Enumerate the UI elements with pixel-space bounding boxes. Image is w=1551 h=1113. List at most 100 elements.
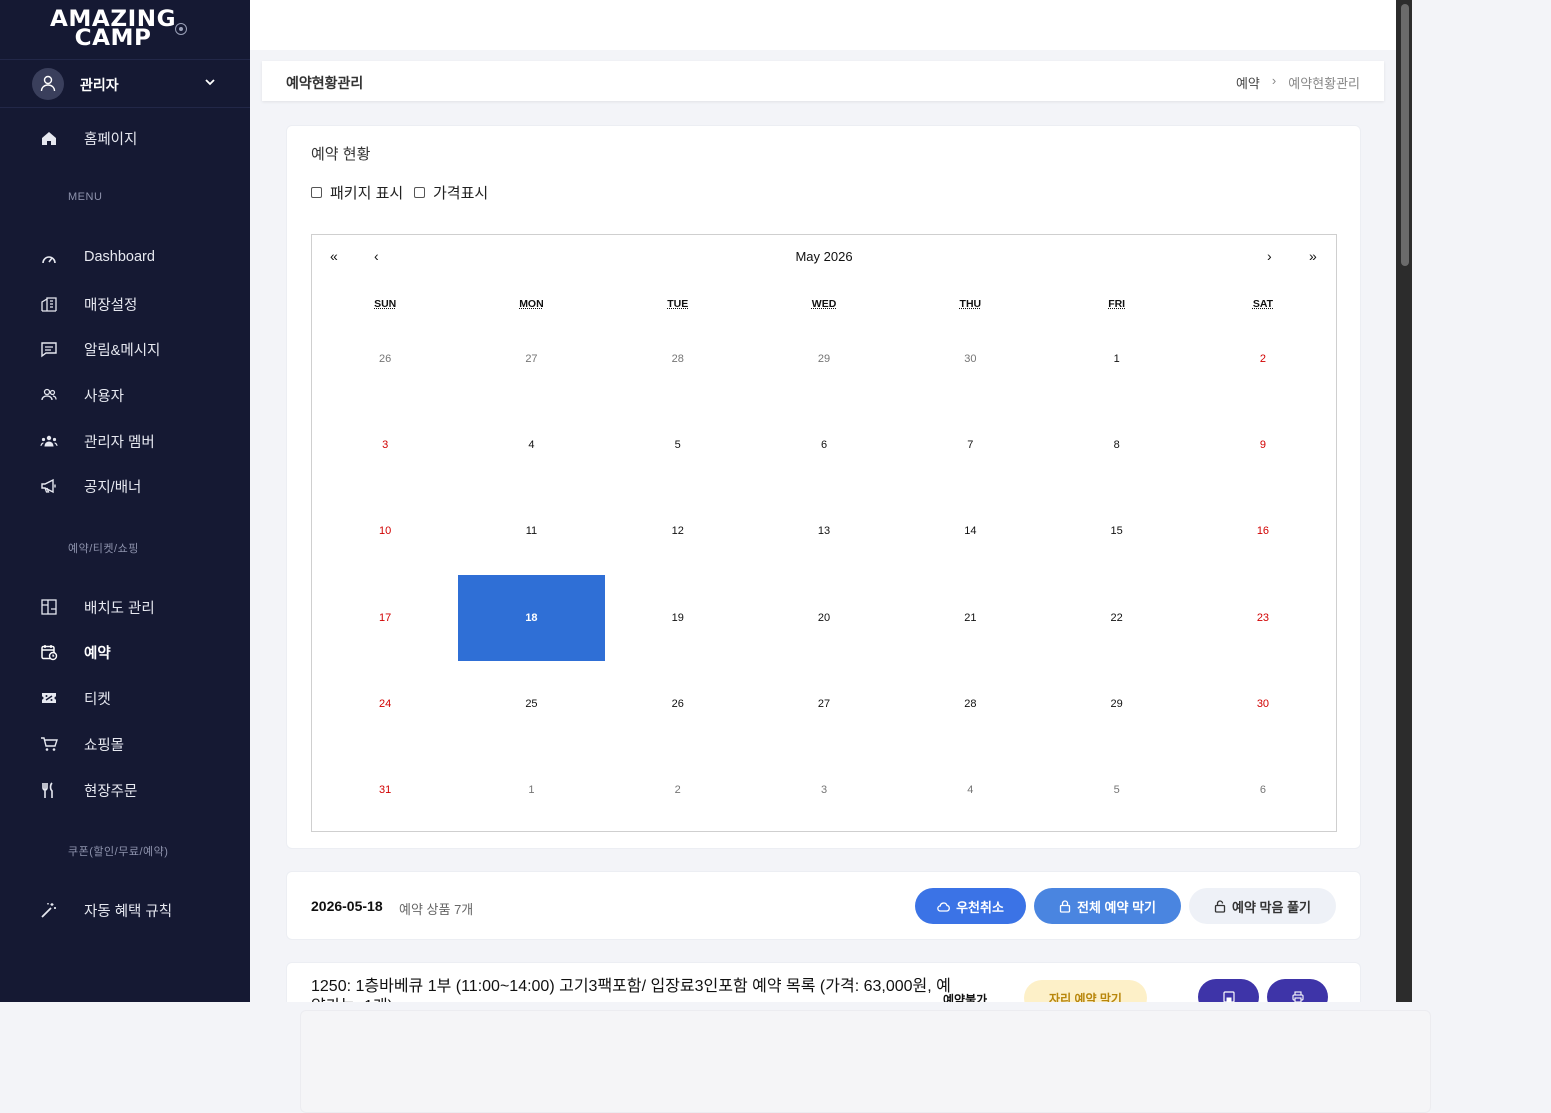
calendar-day[interactable]: 6 [1190, 747, 1336, 833]
calendar-day[interactable]: 4 [897, 747, 1043, 833]
calendar-day[interactable]: 29 [1044, 661, 1190, 747]
calendar-day[interactable]: 1 [458, 747, 604, 833]
calendar-day[interactable]: 9 [1190, 402, 1336, 488]
calendar-day[interactable]: 31 [312, 747, 458, 833]
divider [0, 107, 250, 108]
calendar-day[interactable]: 27 [458, 316, 604, 402]
weekday-header: MON [519, 298, 544, 310]
user-menu[interactable]: 관리자 [0, 60, 250, 107]
calendar-day[interactable]: 12 [605, 488, 751, 574]
page-header: 예약현황관리 예약 › 예약현황관리 [262, 61, 1384, 101]
calendar-day[interactable]: 17 [312, 575, 458, 661]
sidebar-item-label: 티켓 [84, 692, 111, 708]
chevron-right-icon: › [1271, 73, 1277, 88]
next-month-button[interactable]: › [1267, 248, 1272, 264]
calendar-day[interactable]: 25 [458, 661, 604, 747]
calendar-day[interactable]: 27 [751, 661, 897, 747]
user-name: 관리자 [80, 77, 119, 93]
calendar-day[interactable]: 20 [751, 575, 897, 661]
sidebar-item-users[interactable]: 사용자 [0, 374, 250, 414]
price-checkbox[interactable]: 가격표시 [414, 182, 488, 203]
calendar-day[interactable]: 23 [1190, 575, 1336, 661]
calendar-day[interactable]: 5 [1044, 747, 1190, 833]
utensils-icon [42, 782, 53, 798]
sidebar-item-ticket[interactable]: 티켓 [0, 677, 250, 717]
calendar-day[interactable]: 7 [897, 402, 1043, 488]
calendar-day[interactable]: 16 [1190, 488, 1336, 574]
calendar-day[interactable]: 2 [1190, 316, 1336, 402]
building-icon [41, 297, 57, 312]
lock-icon [1059, 899, 1071, 913]
calendar-day[interactable]: 13 [751, 488, 897, 574]
brand-logo[interactable]: AMAZING CAMP [50, 9, 176, 50]
unblock-button[interactable]: 예약 막음 풀기 [1189, 888, 1336, 924]
scrollbar-thumb[interactable] [1401, 4, 1409, 266]
sidebar-item-label: 관리자 멤버 [84, 435, 155, 451]
calendar-day[interactable]: 18 [458, 574, 605, 661]
cloud-icon [937, 901, 950, 912]
sidebar-item-label: 자동 혜택 규칙 [84, 904, 173, 920]
checkbox-label: 패키지 표시 [330, 185, 404, 202]
sidebar-item-home[interactable]: 홈페이지 [0, 117, 250, 157]
calendar-day[interactable]: 26 [312, 316, 458, 402]
calendar-day[interactable]: 22 [1044, 575, 1190, 661]
breadcrumb: 예약 › 예약현황관리 [1236, 73, 1360, 92]
calendar-day[interactable]: 24 [312, 661, 458, 747]
sidebar-toggle-icon[interactable] [175, 23, 187, 35]
cart-icon [41, 737, 58, 751]
sidebar-item-notice-banner[interactable]: 공지/배너 [0, 465, 250, 505]
calendar-day[interactable]: 28 [605, 316, 751, 402]
checkbox-box[interactable] [414, 187, 425, 198]
sidebar-item-layout[interactable]: 배치도 관리 [0, 586, 250, 626]
bottom-panel [0, 1002, 1551, 1113]
calendar-day[interactable]: 5 [605, 402, 751, 488]
sidebar-item-label: Dashboard [84, 249, 155, 265]
bottom-panel-content [300, 1010, 1431, 1113]
sidebar-item-dashboard[interactable]: Dashboard [0, 238, 250, 278]
calendar-day[interactable]: 3 [312, 402, 458, 488]
weekday-header: SAT [1252, 298, 1274, 310]
calendar-day[interactable]: 30 [1190, 661, 1336, 747]
section-label-coupon: 쿠폰(할인/무료/예약) [68, 846, 169, 858]
layout-icon [41, 599, 57, 615]
sidebar-item-notifications[interactable]: 알림&메시지 [0, 328, 250, 368]
sidebar: AMAZING CAMP 관리자 홈페이지 MENU Dashboard 매장설… [0, 0, 250, 1002]
chevron-down-icon[interactable] [204, 76, 216, 88]
breadcrumb-current: 예약현황관리 [1288, 76, 1360, 91]
calendar-day[interactable]: 6 [751, 402, 897, 488]
unlock-icon [1214, 899, 1226, 913]
calendar-day[interactable]: 4 [458, 402, 604, 488]
calendar-day[interactable]: 2 [605, 747, 751, 833]
sidebar-item-store-settings[interactable]: 매장설정 [0, 283, 250, 323]
calendar-day[interactable]: 21 [897, 575, 1043, 661]
sidebar-item-shop[interactable]: 쇼핑몰 [0, 723, 250, 763]
calendar-day[interactable]: 30 [897, 316, 1043, 402]
package-checkbox[interactable]: 패키지 표시 [311, 182, 403, 203]
calendar-day[interactable]: 15 [1044, 488, 1190, 574]
users-icon [41, 388, 57, 401]
calendar-day[interactable]: 8 [1044, 402, 1190, 488]
calendar-day[interactable]: 3 [751, 747, 897, 833]
top-bar [250, 0, 1396, 50]
calendar-day[interactable]: 26 [605, 661, 751, 747]
calendar-day[interactable]: 10 [312, 488, 458, 574]
checkbox-box[interactable] [311, 187, 322, 198]
calendar-day[interactable]: 14 [897, 488, 1043, 574]
product-count: 예약 상품 7개 [399, 902, 474, 917]
home-icon [42, 132, 56, 145]
sidebar-item-label: 예약 [84, 646, 111, 662]
block-all-button[interactable]: 전체 예약 막기 [1034, 888, 1181, 924]
sidebar-item-onsite-order[interactable]: 현장주문 [0, 769, 250, 809]
sidebar-item-admin-members[interactable]: 관리자 멤버 [0, 420, 250, 460]
sidebar-item-booking[interactable]: 예약 [0, 631, 250, 671]
next-year-button[interactable]: » [1309, 248, 1317, 264]
calendar-day[interactable]: 11 [458, 488, 604, 574]
calendar-day[interactable]: 28 [897, 661, 1043, 747]
calendar-day[interactable]: 29 [751, 316, 897, 402]
breadcrumb-item[interactable]: 예약 [1236, 73, 1260, 92]
calendar-day[interactable]: 1 [1044, 316, 1190, 402]
rain-cancel-button[interactable]: 우천취소 [915, 888, 1026, 924]
calendar-month-label[interactable]: May 2026 [312, 249, 1336, 264]
calendar-day[interactable]: 19 [605, 575, 751, 661]
sidebar-item-auto-benefit[interactable]: 자동 혜택 규칙 [0, 889, 250, 929]
